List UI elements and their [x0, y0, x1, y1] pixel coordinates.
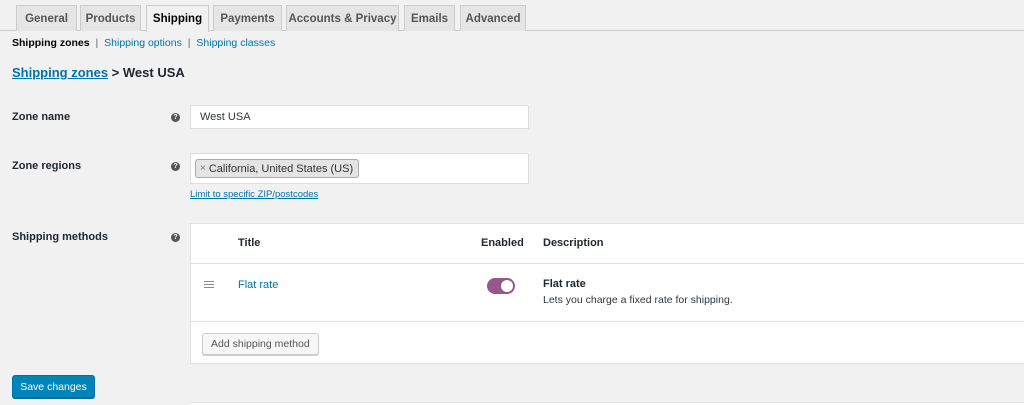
subnav-separator: |	[187, 37, 191, 49]
tab-shipping[interactable]: Shipping	[146, 5, 209, 32]
breadcrumb: Shipping zones > West USA	[12, 65, 185, 80]
method-description-text: Lets you charge a fixed rate for shippin…	[543, 294, 733, 306]
tab-advanced[interactable]: Advanced	[460, 5, 526, 31]
remove-token-icon[interactable]: ×	[200, 163, 206, 174]
tab-products[interactable]: Products	[80, 5, 141, 31]
subnav-shipping-options[interactable]: Shipping options	[104, 37, 182, 49]
settings-tabs: General Products Shipping Payments Accou…	[0, 0, 1024, 32]
subnav-shipping-zones[interactable]: Shipping zones	[12, 37, 90, 49]
table-row: Flat rate Flat rate Lets you charge a fi…	[191, 264, 1024, 322]
column-title: Title	[238, 237, 261, 249]
zone-regions-select[interactable]: × California, United States (US)	[190, 153, 529, 184]
add-shipping-method-button[interactable]: Add shipping method	[202, 333, 319, 355]
column-enabled: Enabled	[481, 237, 524, 249]
tab-payments[interactable]: Payments	[213, 5, 282, 31]
subnav-shipping-classes[interactable]: Shipping classes	[196, 37, 275, 49]
limit-zip-link[interactable]: Limit to specific ZIP/postcodes	[190, 189, 318, 200]
drag-handle-icon[interactable]	[204, 281, 214, 290]
region-token-label: California, United States (US)	[208, 162, 354, 175]
breadcrumb-shipping-zones-link[interactable]: Shipping zones	[12, 65, 108, 80]
shipping-methods-label: Shipping methods	[12, 231, 108, 243]
enabled-toggle[interactable]	[487, 278, 515, 294]
save-changes-button[interactable]: Save changes	[12, 375, 95, 398]
help-icon[interactable]: ?	[171, 113, 180, 122]
tab-accounts-privacy[interactable]: Accounts & Privacy	[286, 5, 399, 31]
column-description: Description	[543, 237, 604, 249]
shipping-methods-table: Title Enabled Description Flat rate Flat…	[190, 223, 1024, 364]
tab-general[interactable]: General	[16, 5, 77, 31]
method-title-link[interactable]: Flat rate	[238, 279, 278, 291]
help-icon[interactable]: ?	[171, 233, 180, 242]
tab-emails[interactable]: Emails	[404, 5, 455, 31]
region-token: × California, United States (US)	[195, 159, 360, 178]
breadcrumb-current: > West USA	[108, 65, 185, 80]
table-header: Title Enabled Description	[191, 224, 1024, 264]
subnav-separator: |	[95, 37, 99, 49]
zone-name-input[interactable]: West USA	[190, 105, 529, 129]
shipping-subnav: Shipping zones | Shipping options | Ship…	[12, 37, 275, 49]
zone-name-value: West USA	[200, 111, 251, 123]
zone-name-label: Zone name	[12, 111, 71, 123]
toggle-knob	[501, 280, 513, 292]
zone-regions-label: Zone regions	[12, 160, 82, 172]
method-description-name: Flat rate	[543, 278, 586, 290]
help-icon[interactable]: ?	[171, 162, 180, 171]
